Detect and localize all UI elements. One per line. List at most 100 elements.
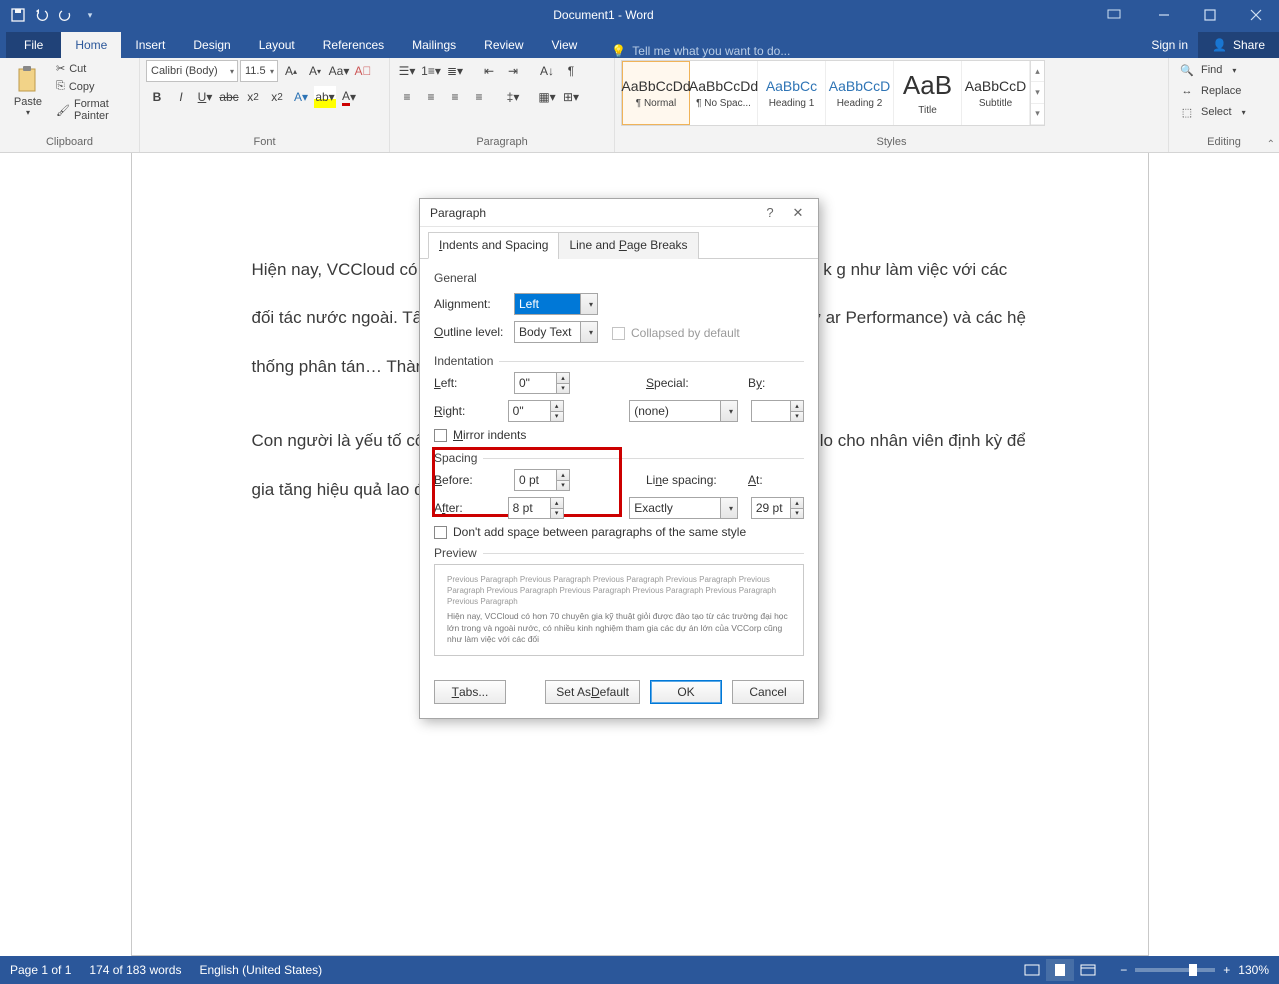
minimize-button[interactable]: [1141, 0, 1187, 30]
subscript-button[interactable]: x2: [242, 86, 264, 108]
save-icon[interactable]: [8, 5, 28, 25]
tab-indents-spacing[interactable]: Indents and Spacing: [428, 232, 559, 259]
shrink-font-icon[interactable]: A▾: [304, 60, 326, 82]
tell-me-placeholder: Tell me what you want to do...: [632, 44, 790, 58]
font-name-dropdown[interactable]: Calibri (Body): [146, 60, 238, 82]
tab-design[interactable]: Design: [179, 32, 244, 58]
dialog-help-button[interactable]: ?: [756, 201, 784, 225]
mirror-indents-checkbox[interactable]: Mirror indents: [434, 428, 804, 442]
styles-scroll-btn[interactable]: ▾: [1031, 82, 1044, 103]
style-heading-1[interactable]: AaBbCcHeading 1: [758, 61, 826, 125]
style-title[interactable]: AaBTitle: [894, 61, 962, 125]
web-layout-icon[interactable]: [1074, 959, 1102, 981]
line-spacing-icon[interactable]: ‡▾: [502, 86, 524, 108]
word-count[interactable]: 174 of 183 words: [89, 963, 181, 977]
zoom-in-button[interactable]: +: [1223, 963, 1230, 977]
before-spinner[interactable]: 0 pt▴▾: [514, 469, 570, 491]
tab-home[interactable]: Home: [61, 32, 121, 58]
increase-indent-icon[interactable]: ⇥: [502, 60, 524, 82]
font-size-dropdown[interactable]: 11.5: [240, 60, 278, 82]
language-indicator[interactable]: English (United States): [199, 963, 322, 977]
bold-button[interactable]: B: [146, 86, 168, 108]
style--normal[interactable]: AaBbCcDd¶ Normal: [622, 61, 690, 125]
grow-font-icon[interactable]: A▴: [280, 60, 302, 82]
indent-left-spinner[interactable]: 0"▴▾: [514, 372, 570, 394]
tab-mailings[interactable]: Mailings: [398, 32, 470, 58]
tell-me-search[interactable]: 💡 Tell me what you want to do...: [611, 44, 790, 58]
signin-link[interactable]: Sign in: [1141, 32, 1198, 58]
find-button[interactable]: 🔍Find▾: [1175, 60, 1250, 80]
tab-insert[interactable]: Insert: [121, 32, 179, 58]
set-default-button[interactable]: Set As Default: [545, 680, 640, 704]
bullets-icon[interactable]: ☰▾: [396, 60, 418, 82]
ok-button[interactable]: OK: [650, 680, 722, 704]
sort-icon[interactable]: A↓: [536, 60, 558, 82]
by-spinner[interactable]: ▴▾: [751, 400, 804, 422]
cut-button[interactable]: ✂Cut: [52, 60, 133, 77]
strike-button[interactable]: abc: [218, 86, 240, 108]
ribbon-display-icon[interactable]: [1107, 8, 1141, 22]
special-dropdown[interactable]: (none)▾: [629, 400, 738, 422]
italic-button[interactable]: I: [170, 86, 192, 108]
tabs-button[interactable]: Tabs...: [434, 680, 506, 704]
line-spacing-dropdown[interactable]: Exactly▾: [629, 497, 738, 519]
styles-scroll-btn[interactable]: ▾: [1031, 104, 1044, 125]
close-button[interactable]: [1233, 0, 1279, 30]
underline-button[interactable]: U▾: [194, 86, 216, 108]
cancel-button[interactable]: Cancel: [732, 680, 804, 704]
align-center-icon[interactable]: ≡: [420, 86, 442, 108]
outline-dropdown[interactable]: Body Text▾: [514, 321, 598, 343]
tab-review[interactable]: Review: [470, 32, 537, 58]
style-subtitle[interactable]: AaBbCcDSubtitle: [962, 61, 1030, 125]
change-case-icon[interactable]: Aa▾: [328, 60, 350, 82]
tab-view[interactable]: View: [538, 32, 592, 58]
indent-right-spinner[interactable]: 0"▴▾: [508, 400, 564, 422]
align-left-icon[interactable]: ≡: [396, 86, 418, 108]
highlight-icon[interactable]: ab▾: [314, 86, 336, 108]
copy-button[interactable]: ⎘Copy: [52, 78, 133, 95]
after-spinner[interactable]: 8 pt▴▾: [508, 497, 564, 519]
zoom-level[interactable]: 130%: [1238, 963, 1269, 977]
tab-references[interactable]: References: [309, 32, 398, 58]
alignment-dropdown[interactable]: Left▾: [514, 293, 598, 315]
borders-icon[interactable]: ⊞▾: [560, 86, 582, 108]
at-spinner[interactable]: 29 pt▴▾: [751, 497, 804, 519]
justify-icon[interactable]: ≡: [468, 86, 490, 108]
print-layout-icon[interactable]: [1046, 959, 1074, 981]
undo-icon[interactable]: [32, 5, 52, 25]
share-button[interactable]: 👤 Share: [1198, 32, 1279, 58]
alignment-label: Alignment:: [434, 297, 514, 311]
collapse-ribbon-icon[interactable]: ⌃: [1267, 139, 1275, 150]
tab-layout[interactable]: Layout: [245, 32, 309, 58]
decrease-indent-icon[interactable]: ⇤: [478, 60, 500, 82]
read-mode-icon[interactable]: [1018, 959, 1046, 981]
clear-format-icon[interactable]: A⃠: [352, 60, 374, 82]
styles-scroll-btn[interactable]: ▴: [1031, 61, 1044, 82]
format-painter-button[interactable]: 🖌Format Painter: [52, 96, 133, 124]
dialog-close-button[interactable]: ✕: [784, 201, 812, 225]
brush-icon: 🖌: [56, 104, 70, 117]
show-marks-icon[interactable]: ¶: [560, 60, 582, 82]
qat-more-icon[interactable]: ▾: [80, 5, 100, 25]
shading-icon[interactable]: ▦▾: [536, 86, 558, 108]
numbering-icon[interactable]: 1≡▾: [420, 60, 442, 82]
style-heading-2[interactable]: AaBbCcDHeading 2: [826, 61, 894, 125]
superscript-button[interactable]: x2: [266, 86, 288, 108]
tab-line-page-breaks[interactable]: Line and Page Breaks: [558, 232, 698, 259]
page-indicator[interactable]: Page 1 of 1: [10, 963, 71, 977]
redo-icon[interactable]: [56, 5, 76, 25]
zoom-slider[interactable]: [1135, 968, 1215, 972]
dont-add-space-checkbox[interactable]: Don't add space between paragraphs of th…: [434, 525, 804, 539]
align-right-icon[interactable]: ≡: [444, 86, 466, 108]
text-effects-icon[interactable]: A▾: [290, 86, 312, 108]
style--no-spac-[interactable]: AaBbCcDd¶ No Spac...: [690, 61, 758, 125]
collapsed-checkbox: Collapsed by default: [612, 326, 740, 340]
select-button[interactable]: ⬚Select▾: [1175, 102, 1250, 122]
paste-button[interactable]: Paste ▾: [6, 60, 50, 121]
replace-button[interactable]: ↔Replace: [1175, 81, 1250, 101]
multilevel-icon[interactable]: ≣▾: [444, 60, 466, 82]
tab-file[interactable]: File: [6, 32, 61, 58]
font-color-icon[interactable]: A▾: [338, 86, 360, 108]
zoom-out-button[interactable]: −: [1120, 963, 1127, 977]
maximize-button[interactable]: [1187, 0, 1233, 30]
